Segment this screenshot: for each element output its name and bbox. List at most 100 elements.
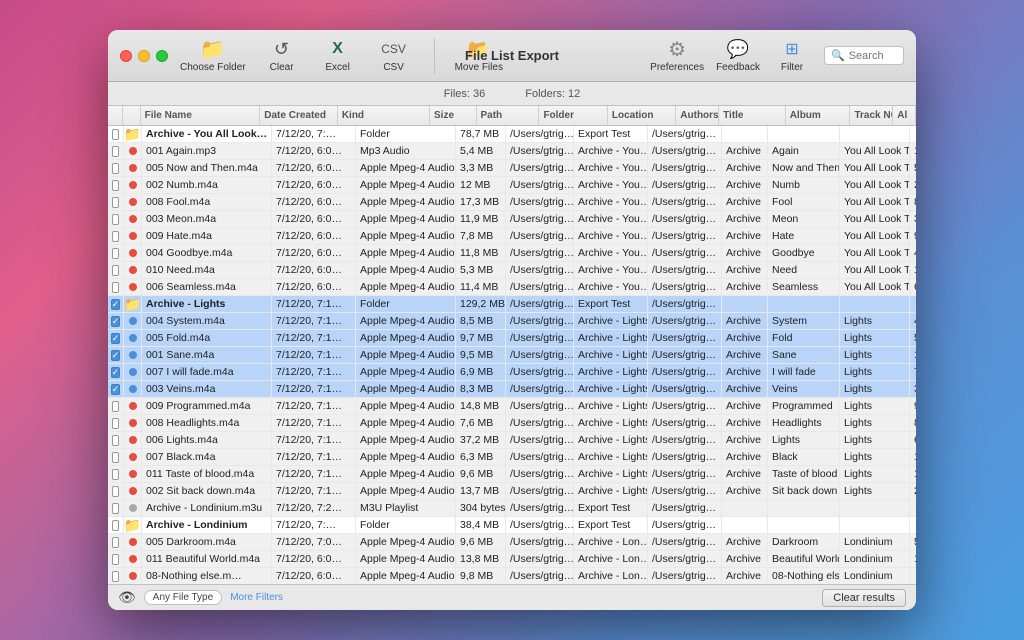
row-path: /Users/gtrig… xyxy=(506,126,574,142)
row-folder: Archive - Lon… xyxy=(574,568,648,584)
row-checkbox[interactable] xyxy=(108,177,124,193)
row-checkbox[interactable] xyxy=(108,534,124,550)
red-dot-icon xyxy=(129,147,137,155)
row-checkbox[interactable] xyxy=(108,500,124,516)
col-location[interactable]: Location xyxy=(608,106,676,125)
feedback-label: Feedback xyxy=(716,62,760,73)
table-row[interactable]: 006 Lights.m4a7/12/20, 7:1…Apple Mpeg-4 … xyxy=(108,432,916,449)
row-checkbox[interactable] xyxy=(108,466,124,482)
row-checkbox[interactable] xyxy=(108,262,124,278)
table-row[interactable]: 009 Hate.m4a7/12/20, 6:0…Apple Mpeg-4 Au… xyxy=(108,228,916,245)
table-row[interactable]: ✓004 System.m4a7/12/20, 7:1…Apple Mpeg-4… xyxy=(108,313,916,330)
row-checkbox[interactable]: ✓ xyxy=(108,381,124,397)
row-checkbox[interactable] xyxy=(108,483,124,499)
table-row[interactable]: 011 Taste of blood.m4a7/12/20, 7:1…Apple… xyxy=(108,466,916,483)
table-row[interactable]: Archive - Londinium.m3u7/12/20, 7:2…M3U … xyxy=(108,500,916,517)
row-checkbox[interactable] xyxy=(108,211,124,227)
col-kind[interactable]: Kind xyxy=(338,106,430,125)
row-album: Lights xyxy=(840,347,910,363)
row-checkbox[interactable]: ✓ xyxy=(108,347,124,363)
table-row[interactable]: ✓📁Archive - Lights7/12/20, 7:1…Folder129… xyxy=(108,296,916,313)
row-checkbox[interactable] xyxy=(108,194,124,210)
checkbox-icon xyxy=(112,486,119,497)
row-status-dot: 📁 xyxy=(124,517,142,533)
fullscreen-button[interactable] xyxy=(156,50,168,62)
row-path: /Users/gtrig… xyxy=(506,381,574,397)
row-checkbox[interactable] xyxy=(108,160,124,176)
table-row[interactable]: 📁Archive - You All Look…7/12/20, 7:…Fold… xyxy=(108,126,916,143)
row-checkbox[interactable]: ✓ xyxy=(108,313,124,329)
table-row[interactable]: 008 Fool.m4a7/12/20, 6:0…Apple Mpeg-4 Au… xyxy=(108,194,916,211)
table-row[interactable]: 007 Black.m4a7/12/20, 7:1…Apple Mpeg-4 A… xyxy=(108,449,916,466)
row-checkbox[interactable] xyxy=(108,517,124,533)
clear-results-button[interactable]: Clear results xyxy=(822,589,906,607)
search-input[interactable] xyxy=(849,50,909,62)
table-row[interactable]: 008 Headlights.m4a7/12/20, 7:1…Apple Mpe… xyxy=(108,415,916,432)
row-checkbox[interactable] xyxy=(108,245,124,261)
row-checkbox[interactable] xyxy=(108,143,124,159)
row-checkbox[interactable]: ✓ xyxy=(108,330,124,346)
table-row[interactable]: 001 Again.mp37/12/20, 6:0…Mp3 Audio5,4 M… xyxy=(108,143,916,160)
row-checkbox[interactable] xyxy=(108,415,124,431)
table-row[interactable]: 002 Sit back down.m4a7/12/20, 7:1…Apple … xyxy=(108,483,916,500)
col-authors[interactable]: Authors xyxy=(676,106,719,125)
table-row[interactable]: 011 Beautiful World.m4a7/12/20, 6:0…Appl… xyxy=(108,551,916,568)
col-track[interactable]: Track NO xyxy=(850,106,893,125)
table-row[interactable]: 005 Darkroom.m4a7/12/20, 7:0…Apple Mpeg-… xyxy=(108,534,916,551)
row-checkbox[interactable] xyxy=(108,432,124,448)
table-row[interactable]: 005 Now and Then.m4a7/12/20, 6:0…Apple M… xyxy=(108,160,916,177)
col-folder[interactable]: Folder xyxy=(539,106,607,125)
table-row[interactable]: 006 Seamless.m4a7/12/20, 6:0…Apple Mpeg-… xyxy=(108,279,916,296)
table-row[interactable]: ✓003 Veins.m4a7/12/20, 7:1…Apple Mpeg-4 … xyxy=(108,381,916,398)
row-folder: Archive - Lights xyxy=(574,415,648,431)
row-checkbox[interactable] xyxy=(108,568,124,584)
row-album: You All Look The S… xyxy=(840,245,910,261)
row-checkbox[interactable] xyxy=(108,228,124,244)
table-row[interactable]: ✓001 Sane.m4a7/12/20, 7:1…Apple Mpeg-4 A… xyxy=(108,347,916,364)
table-row[interactable]: 002 Numb.m4a7/12/20, 6:0…Apple Mpeg-4 Au… xyxy=(108,177,916,194)
col-al[interactable]: Al xyxy=(893,106,916,125)
file-type-filter[interactable]: Any File Type xyxy=(144,590,222,605)
row-checkbox[interactable] xyxy=(108,126,124,142)
table-row[interactable]: 010 Need.m4a7/12/20, 6:0…Apple Mpeg-4 Au… xyxy=(108,262,916,279)
col-name[interactable]: File Name xyxy=(141,106,261,125)
close-button[interactable] xyxy=(120,50,132,62)
row-checkbox[interactable]: ✓ xyxy=(108,364,124,380)
choose-folder-button[interactable]: 📁 Choose Folder xyxy=(180,38,246,73)
table-row[interactable]: ✓005 Fold.m4a7/12/20, 7:1…Apple Mpeg-4 A… xyxy=(108,330,916,347)
col-path[interactable]: Path xyxy=(477,106,540,125)
col-size[interactable]: Size xyxy=(430,106,476,125)
feedback-button[interactable]: 💬 Feedback xyxy=(716,38,760,73)
table-row[interactable]: 009 Programmed.m4a7/12/20, 7:1…Apple Mpe… xyxy=(108,398,916,415)
row-title: Taste of blood xyxy=(768,466,840,482)
checkbox-icon xyxy=(112,180,119,191)
row-checkbox[interactable] xyxy=(108,398,124,414)
row-checkbox[interactable] xyxy=(108,279,124,295)
search-box[interactable]: 🔍 xyxy=(824,46,904,65)
row-size: 17,3 MB xyxy=(456,194,506,210)
stats-bar: Files: 36 Folders: 12 xyxy=(108,82,916,106)
preferences-button[interactable]: ⚙ Preferences xyxy=(650,38,704,73)
folders-count: Folders: 12 xyxy=(525,88,580,100)
more-filters-button[interactable]: More Filters xyxy=(230,592,283,603)
table-row[interactable]: 📁Archive - Londinium7/12/20, 7:…Folder38… xyxy=(108,517,916,534)
table-row[interactable]: 004 Goodbye.m4a7/12/20, 6:0…Apple Mpeg-4… xyxy=(108,245,916,262)
col-date[interactable]: Date Created xyxy=(260,106,338,125)
row-checkbox[interactable] xyxy=(108,551,124,567)
row-checkbox[interactable]: ✓ xyxy=(108,296,124,312)
minimize-button[interactable] xyxy=(138,50,150,62)
excel-button[interactable]: X Excel xyxy=(318,38,358,73)
filter-button[interactable]: ⊞ Filter xyxy=(772,38,812,73)
col-album[interactable]: Album xyxy=(786,106,851,125)
row-title: Programmed xyxy=(768,398,840,414)
csv-button[interactable]: CSV CSV xyxy=(374,38,414,73)
row-checkbox[interactable] xyxy=(108,449,124,465)
checkbox-icon xyxy=(112,146,119,157)
clear-button[interactable]: ↺ Clear xyxy=(262,38,302,73)
row-album: You All Look The S… xyxy=(840,211,910,227)
table-row[interactable]: ✓007 I will fade.m4a7/12/20, 7:1…Apple M… xyxy=(108,364,916,381)
col-title[interactable]: Title xyxy=(719,106,786,125)
table-row[interactable]: 003 Meon.m4a7/12/20, 6:0…Apple Mpeg-4 Au… xyxy=(108,211,916,228)
row-status-dot xyxy=(124,381,142,397)
table-row[interactable]: 08-Nothing else.m…7/12/20, 6:0…Apple Mpe… xyxy=(108,568,916,584)
